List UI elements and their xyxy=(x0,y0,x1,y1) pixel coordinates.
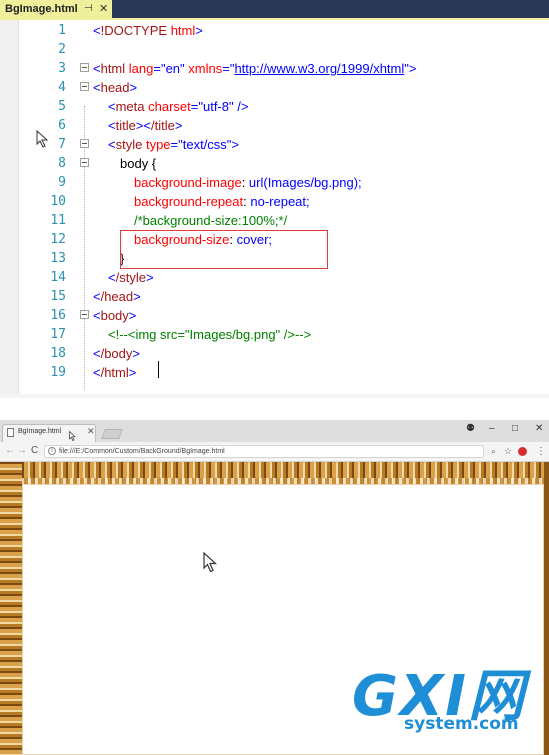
fold-toggle-icon[interactable] xyxy=(80,139,89,148)
code-line: 16 <body> xyxy=(0,306,549,325)
code-line: 15 </head> xyxy=(0,287,549,306)
zoom-icon[interactable]: ⌕ xyxy=(491,446,496,457)
code-line: 19 </html> xyxy=(0,363,549,382)
browser-tab-title: BgImage.html xyxy=(18,428,62,435)
code-editor: BgImage.html ⊣ ✕ 1 <!DOCTYPE html> 2 3 <… xyxy=(0,0,549,398)
info-icon[interactable]: i xyxy=(48,447,56,455)
line-number: 13 xyxy=(50,251,66,266)
maximize-button[interactable]: □ xyxy=(512,422,518,436)
mouse-pointer-icon xyxy=(69,431,76,441)
code-text: <body> xyxy=(93,308,137,323)
code-text: <title></title> xyxy=(108,118,183,133)
background-border-top xyxy=(0,462,549,484)
forward-button[interactable]: → xyxy=(17,445,27,457)
line-number: 2 xyxy=(58,42,66,57)
line-number: 3 xyxy=(58,61,66,76)
code-line: 2 xyxy=(0,40,549,59)
line-number: 8 xyxy=(58,156,66,171)
code-text: background-repeat: no-repeat; xyxy=(134,194,310,209)
code-text: <!DOCTYPE html> xyxy=(93,23,203,38)
code-text: background-image: url(Images/bg.png); xyxy=(134,175,362,190)
code-text: </html> xyxy=(93,365,137,380)
fold-toggle-icon[interactable] xyxy=(80,158,89,167)
xmlns-link: http://www.w3.org/1999/xhtml xyxy=(234,61,405,76)
line-number: 15 xyxy=(50,289,66,304)
mouse-pointer-icon xyxy=(203,552,218,573)
code-comment: /*background-size:100%;*/ xyxy=(134,213,288,228)
code-line: 11 /*background-size:100%;*/ xyxy=(0,211,549,230)
browser-tab[interactable]: BgImage.html ✕ xyxy=(2,424,96,442)
code-line: 18 </body> xyxy=(0,344,549,363)
document-icon xyxy=(7,428,14,437)
browser-titlebar: BgImage.html ✕ ⚉ – □ ✕ xyxy=(0,420,549,442)
code-text: </head> xyxy=(93,289,141,304)
fold-toggle-icon[interactable] xyxy=(80,63,89,72)
back-button[interactable]: ← xyxy=(5,445,15,457)
user-icon[interactable]: ⚉ xyxy=(466,422,475,436)
line-number: 9 xyxy=(58,175,66,190)
reload-button[interactable]: C xyxy=(31,445,38,457)
line-number: 18 xyxy=(50,346,66,361)
code-comment: <!--<img src="Images/bg.png" />--> xyxy=(108,327,312,342)
fold-toggle-icon[interactable] xyxy=(80,310,89,319)
menu-icon[interactable]: ⋮ xyxy=(536,446,546,457)
fold-toggle-icon[interactable] xyxy=(80,82,89,91)
editor-tab[interactable]: BgImage.html ⊣ ✕ xyxy=(0,0,112,18)
code-text: <html lang="en" xmlns="http://www.w3.org… xyxy=(93,61,417,76)
editor-tab-title: BgImage.html xyxy=(5,3,78,15)
code-line: 3 <html lang="en" xmlns="http://www.w3.o… xyxy=(0,59,549,78)
code-text: <style type="text/css"> xyxy=(108,137,240,152)
line-number: 1 xyxy=(58,23,66,38)
mouse-pointer-icon xyxy=(36,130,49,148)
site-watermark: GXI网 system.com xyxy=(352,668,549,755)
code-line: 17 <!--<img src="Images/bg.png" />--> xyxy=(0,325,549,344)
line-number: 19 xyxy=(50,365,66,380)
editor-tab-bar: BgImage.html ⊣ ✕ xyxy=(0,0,549,18)
code-area[interactable]: 1 <!DOCTYPE html> 2 3 <html lang="en" xm… xyxy=(0,20,549,398)
line-number: 17 xyxy=(50,327,66,342)
code-text: <meta charset="utf-8" /> xyxy=(108,99,249,114)
line-number: 5 xyxy=(58,99,66,114)
address-url: file:///E:/Common/Custom/BackGround/BgIm… xyxy=(59,448,225,455)
line-number: 16 xyxy=(50,308,66,323)
line-number: 12 xyxy=(50,232,66,247)
code-line: 5 <meta charset="utf-8" /> xyxy=(0,97,549,116)
line-number: 10 xyxy=(50,194,66,209)
code-text: </style> xyxy=(108,270,154,285)
line-number: 14 xyxy=(50,270,66,285)
code-line: 8 body { xyxy=(0,154,549,173)
minimize-button[interactable]: – xyxy=(489,422,495,436)
code-line: 1 <!DOCTYPE html> xyxy=(0,21,549,40)
watermark-domain: system.com xyxy=(404,714,519,734)
code-text: body { xyxy=(120,156,157,171)
code-line: 7 <style type="text/css"> xyxy=(0,135,549,154)
line-number: 4 xyxy=(58,80,66,95)
code-line: 14 </style> xyxy=(0,268,549,287)
code-line: 6 <title></title> xyxy=(0,116,549,135)
star-icon[interactable]: ☆ xyxy=(504,446,512,457)
code-line: 4 <head> xyxy=(0,78,549,97)
text-caret xyxy=(158,361,159,378)
address-bar[interactable]: i file:///E:/Common/Custom/BackGround/Bg… xyxy=(44,445,484,458)
new-tab-button[interactable] xyxy=(101,429,123,439)
code-line: 10 background-repeat: no-repeat; xyxy=(0,192,549,211)
adblock-icon[interactable] xyxy=(518,447,527,456)
close-tab-icon[interactable]: ✕ xyxy=(87,426,95,437)
pin-icon[interactable]: ⊣ xyxy=(84,0,93,18)
highlight-box xyxy=(120,230,328,269)
browser-toolbar: ← → C i file:///E:/Common/Custom/BackGro… xyxy=(0,442,549,462)
code-line: 9 background-image: url(Images/bg.png); xyxy=(0,173,549,192)
background-border-left xyxy=(0,462,22,755)
code-text: </body> xyxy=(93,346,140,361)
code-text: <head> xyxy=(93,80,138,95)
close-window-button[interactable]: ✕ xyxy=(535,422,543,436)
close-icon[interactable]: ✕ xyxy=(99,0,108,18)
editor-bottom-edge xyxy=(0,394,549,398)
line-number: 11 xyxy=(50,213,66,228)
